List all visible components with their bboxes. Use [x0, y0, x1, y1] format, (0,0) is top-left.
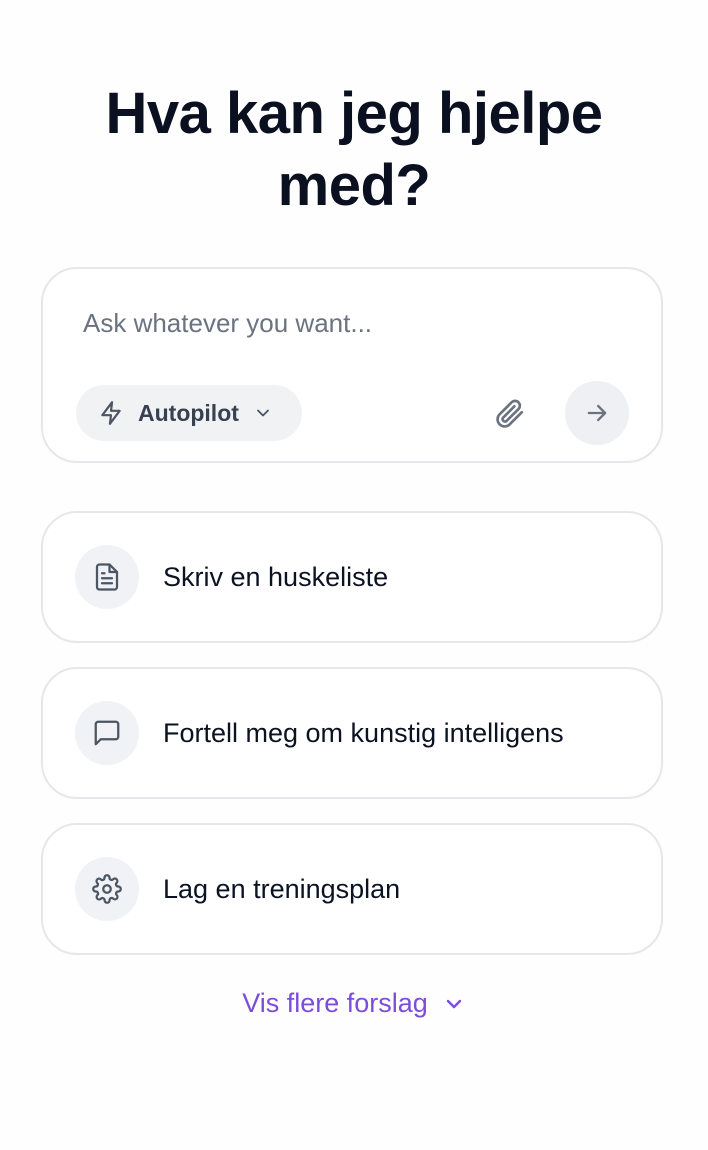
suggestion-label: Lag en treningsplan [163, 873, 401, 904]
chevron-down-icon [442, 992, 466, 1016]
chevron-down-icon [253, 403, 273, 423]
suggestion-card-todo-list[interactable]: Skriv en huskeliste [41, 511, 663, 643]
mode-selector-label: Autopilot [138, 399, 239, 426]
page-title-line-2: med? [277, 153, 431, 218]
prompt-input[interactable] [83, 303, 623, 343]
chat-composer: Autopilot [41, 267, 663, 463]
suggestion-card-training-plan[interactable]: Lag en treningsplan [41, 823, 663, 955]
gear-icon [92, 874, 122, 904]
paperclip-icon [492, 396, 526, 430]
suggestion-label: Skriv en huskeliste [163, 561, 389, 592]
send-button[interactable] [565, 381, 629, 445]
chat-bubble-icon [92, 718, 122, 748]
suggestion-icon-circle [75, 545, 139, 609]
mode-selector-button[interactable]: Autopilot [76, 385, 302, 441]
attach-file-button[interactable] [489, 393, 529, 433]
page-title: Hva kan jeg hjelpe med? [0, 78, 708, 222]
page-title-line-1: Hva kan jeg hjelpe [105, 81, 603, 146]
arrow-right-icon [583, 399, 611, 427]
suggestion-label: Fortell meg om kunstig intelligens [163, 717, 564, 748]
page: Hva kan jeg hjelpe med? Autopilot [0, 0, 708, 1150]
show-more-label: Vis flere forslag [242, 988, 428, 1018]
suggestion-icon-circle [75, 857, 139, 921]
document-icon [92, 562, 122, 592]
suggestion-card-ai[interactable]: Fortell meg om kunstig intelligens [41, 667, 663, 799]
lightning-bolt-icon [98, 400, 124, 426]
show-more-suggestions-button[interactable]: Vis flere forslag [0, 988, 708, 1019]
suggestion-icon-circle [75, 701, 139, 765]
